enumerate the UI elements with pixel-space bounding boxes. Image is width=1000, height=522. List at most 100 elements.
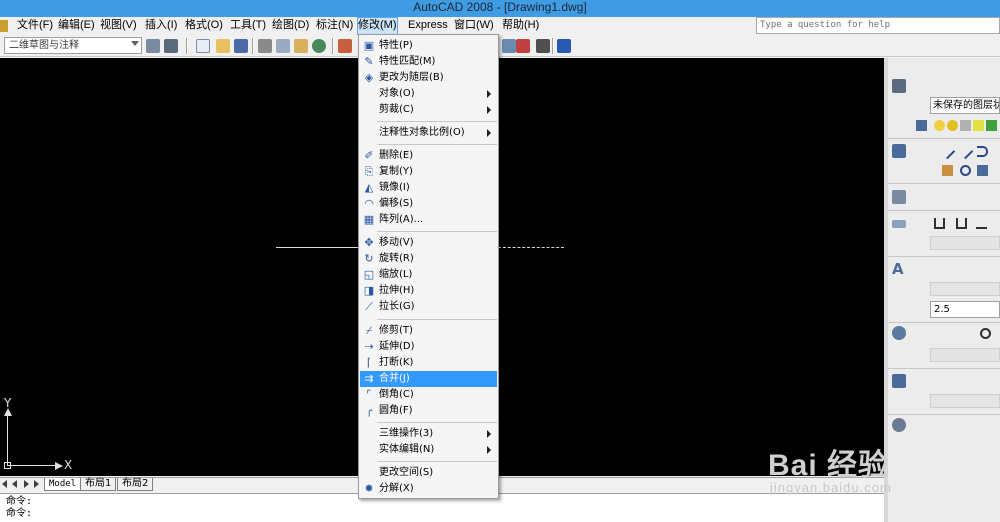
menu-item-match-properties[interactable]: ✎ 特性匹配(M) (360, 54, 497, 70)
menu-item-properties[interactable]: ▣ 特性(P) (360, 38, 497, 54)
workspace-toggle-icon[interactable] (164, 39, 178, 53)
menu-item-submenu[interactable]: 实体编辑(N) (360, 442, 497, 458)
light-bulb-icon[interactable] (934, 120, 945, 131)
workspace-settings-icon[interactable] (146, 39, 160, 53)
menu-item-label: 剪裁(C) (379, 104, 414, 115)
properties-icon: ▣ (363, 39, 375, 52)
drawn-line[interactable] (276, 247, 358, 248)
layers-icon[interactable] (892, 79, 906, 93)
erase-icon[interactable] (942, 165, 953, 176)
tab-prev-icon[interactable] (12, 480, 17, 488)
modify-panel-icon[interactable] (892, 190, 906, 204)
layer-manager-icon[interactable] (916, 120, 927, 131)
dimension-style-field[interactable] (930, 236, 1000, 250)
menu-separator (377, 231, 497, 232)
cut-icon[interactable] (338, 39, 352, 53)
menu-item[interactable]: 视图(V) (100, 17, 137, 35)
palette-divider (888, 210, 1000, 211)
help-search-input[interactable]: Type a question for help (756, 17, 1000, 34)
app-icon[interactable] (0, 20, 8, 32)
copy-icon[interactable] (960, 165, 971, 176)
menu-item[interactable]: 插入(I) (145, 17, 177, 35)
print-preview-icon[interactable] (276, 39, 290, 53)
menu-item-submenu[interactable]: 三维操作(3) (360, 426, 497, 442)
menu-item-change-to-bylayer[interactable]: ◈ 更改为随层(B) (360, 70, 497, 86)
menu-item-label: 特性(P) (379, 40, 413, 51)
open-file-icon[interactable] (216, 39, 230, 53)
menu-item-break[interactable]: ⌈ 打断(K) (360, 355, 497, 371)
tab-last-icon[interactable] (34, 480, 39, 488)
workspace-dropdown[interactable]: 二维草图与注释 (4, 37, 142, 54)
tab-layout2[interactable]: 布局2 (117, 478, 154, 491)
sun-icon[interactable] (947, 120, 958, 131)
calculator-icon[interactable] (536, 39, 550, 53)
layer-color-icon[interactable] (973, 120, 984, 131)
aligned-dimension-icon[interactable] (956, 218, 967, 229)
menu-item-offset[interactable]: ◠ 偏移(S) (360, 196, 497, 212)
save-icon[interactable] (234, 39, 248, 53)
menu-item[interactable]: 文件(F) (17, 17, 53, 35)
multileader-icon[interactable] (980, 328, 991, 339)
menu-item[interactable]: 绘图(D) (272, 17, 309, 35)
menu-item[interactable]: 格式(O) (185, 17, 223, 35)
menu-item-erase[interactable]: ✐ 删除(E) (360, 148, 497, 164)
table-style-field[interactable] (930, 394, 1000, 408)
menu-item-join[interactable]: ⇉ 合并(J) (360, 371, 497, 387)
tab-model[interactable]: Model (44, 478, 82, 491)
arc-icon[interactable] (977, 146, 988, 157)
menu-item-extend[interactable]: ⇢ 延伸(D) (360, 339, 497, 355)
menu-item[interactable]: Express (408, 17, 448, 35)
toolbar-icon[interactable] (516, 39, 530, 53)
tab-layout1[interactable]: 布局1 (80, 478, 117, 491)
menu-item-submenu[interactable]: 注释性对象比例(O) (360, 125, 497, 141)
web-publish-icon[interactable] (312, 39, 326, 53)
text-height-input[interactable]: 2.5 (930, 301, 1000, 318)
menu-item[interactable]: 修改(M) (357, 17, 398, 35)
quick-leader-icon[interactable] (976, 218, 987, 229)
table-panel-icon[interactable] (892, 374, 906, 388)
menu-item-chamfer[interactable]: ⌜ 倒角(C) (360, 387, 497, 403)
tab-next-icon[interactable] (24, 480, 29, 488)
menu-item-fillet[interactable]: ╭ 圆角(F) (360, 403, 497, 419)
toolbar-icon[interactable] (502, 39, 516, 53)
tab-first-icon[interactable] (2, 480, 7, 488)
multileader-style-field[interactable] (930, 348, 1000, 362)
linear-dimension-icon[interactable] (934, 218, 945, 229)
menu-item-array[interactable]: ▦ 阵列(A)... (360, 212, 497, 228)
menu-item-trim[interactable]: ⌿ 修剪(T) (360, 323, 497, 339)
layer-state-dropdown[interactable]: 未保存的图层状态 (930, 97, 1000, 114)
palette-divider (888, 256, 1000, 257)
menu-item-lengthen[interactable]: ⟋ 拉长(G) (360, 299, 497, 315)
draw-panel-icon[interactable] (892, 144, 906, 158)
menu-item[interactable]: 帮助(H) (502, 17, 539, 35)
publish-icon[interactable] (294, 39, 308, 53)
menu-item[interactable]: 编辑(E) (58, 17, 95, 35)
menu-item-move[interactable]: ✥ 移动(V) (360, 235, 497, 251)
ucs-origin-icon (4, 462, 11, 469)
menu-item-explode[interactable]: ✸ 分解(X) (360, 481, 497, 497)
menu-item-rotate[interactable]: ↻ 旋转(R) (360, 251, 497, 267)
menu-item[interactable]: 工具(T) (230, 17, 266, 35)
menu-item-submenu[interactable]: 对象(O) (360, 86, 497, 102)
menu-item[interactable]: 标注(N) (316, 17, 353, 35)
menu-item-label: 阵列(A)... (379, 214, 424, 225)
text-panel-icon[interactable]: A (892, 262, 906, 277)
menu-item-scale[interactable]: ◱ 缩放(L) (360, 267, 497, 283)
text-style-field[interactable] (930, 282, 1000, 296)
mirror-icon[interactable] (977, 165, 988, 176)
menu-item-submenu[interactable]: 剪裁(C) (360, 102, 497, 118)
print-icon[interactable] (258, 39, 272, 53)
layer-icon[interactable] (986, 120, 997, 131)
menu-item-submenu[interactable]: 更改空间(S) (360, 465, 497, 481)
new-file-icon[interactable] (196, 39, 210, 53)
menu-item-mirror[interactable]: ◭ 镜像(I) (360, 180, 497, 196)
menu-item-stretch[interactable]: ◨ 拉伸(H) (360, 283, 497, 299)
lock-icon[interactable] (960, 120, 971, 131)
menu-item[interactable]: 窗口(W) (454, 17, 494, 35)
dimension-panel-icon[interactable] (892, 220, 906, 228)
preview-line (498, 247, 564, 248)
help-icon[interactable] (557, 39, 571, 53)
menu-item-copy[interactable]: ⎘ 复制(Y) (360, 164, 497, 180)
navigate-panel-icon[interactable] (892, 418, 906, 432)
multileader-panel-icon[interactable] (892, 326, 906, 340)
